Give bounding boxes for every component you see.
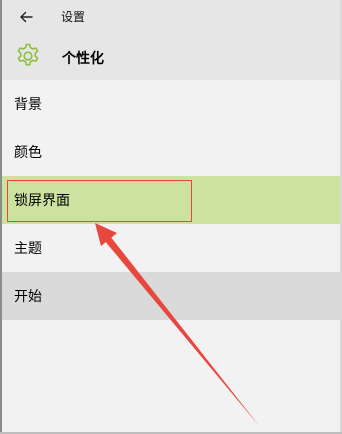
nav-item-start[interactable]: 开始 (2, 272, 340, 320)
nav-item-label: 颜色 (14, 145, 42, 161)
page-title: 个性化 (62, 51, 104, 67)
window-title: 设置 (61, 10, 86, 24)
nav-item-lock-screen[interactable]: 锁屏界面 (2, 176, 340, 224)
nav-item-label: 主题 (14, 241, 42, 257)
back-button[interactable] (12, 4, 40, 30)
nav-item-label: 背景 (14, 97, 42, 113)
nav-item-label: 开始 (14, 289, 42, 305)
nav-item-background[interactable]: 背景 (2, 80, 340, 128)
nav-menu: 背景 颜色 锁屏界面 主题 开始 (2, 80, 340, 320)
title-bar: 设置 (2, 0, 340, 34)
nav-item-themes[interactable]: 主题 (2, 224, 340, 272)
nav-item-colors[interactable]: 颜色 (2, 128, 340, 176)
page-header: 个性化 (2, 34, 340, 80)
gear-icon (17, 43, 39, 66)
back-arrow-icon (20, 11, 33, 23)
nav-item-label: 锁屏界面 (14, 193, 70, 209)
